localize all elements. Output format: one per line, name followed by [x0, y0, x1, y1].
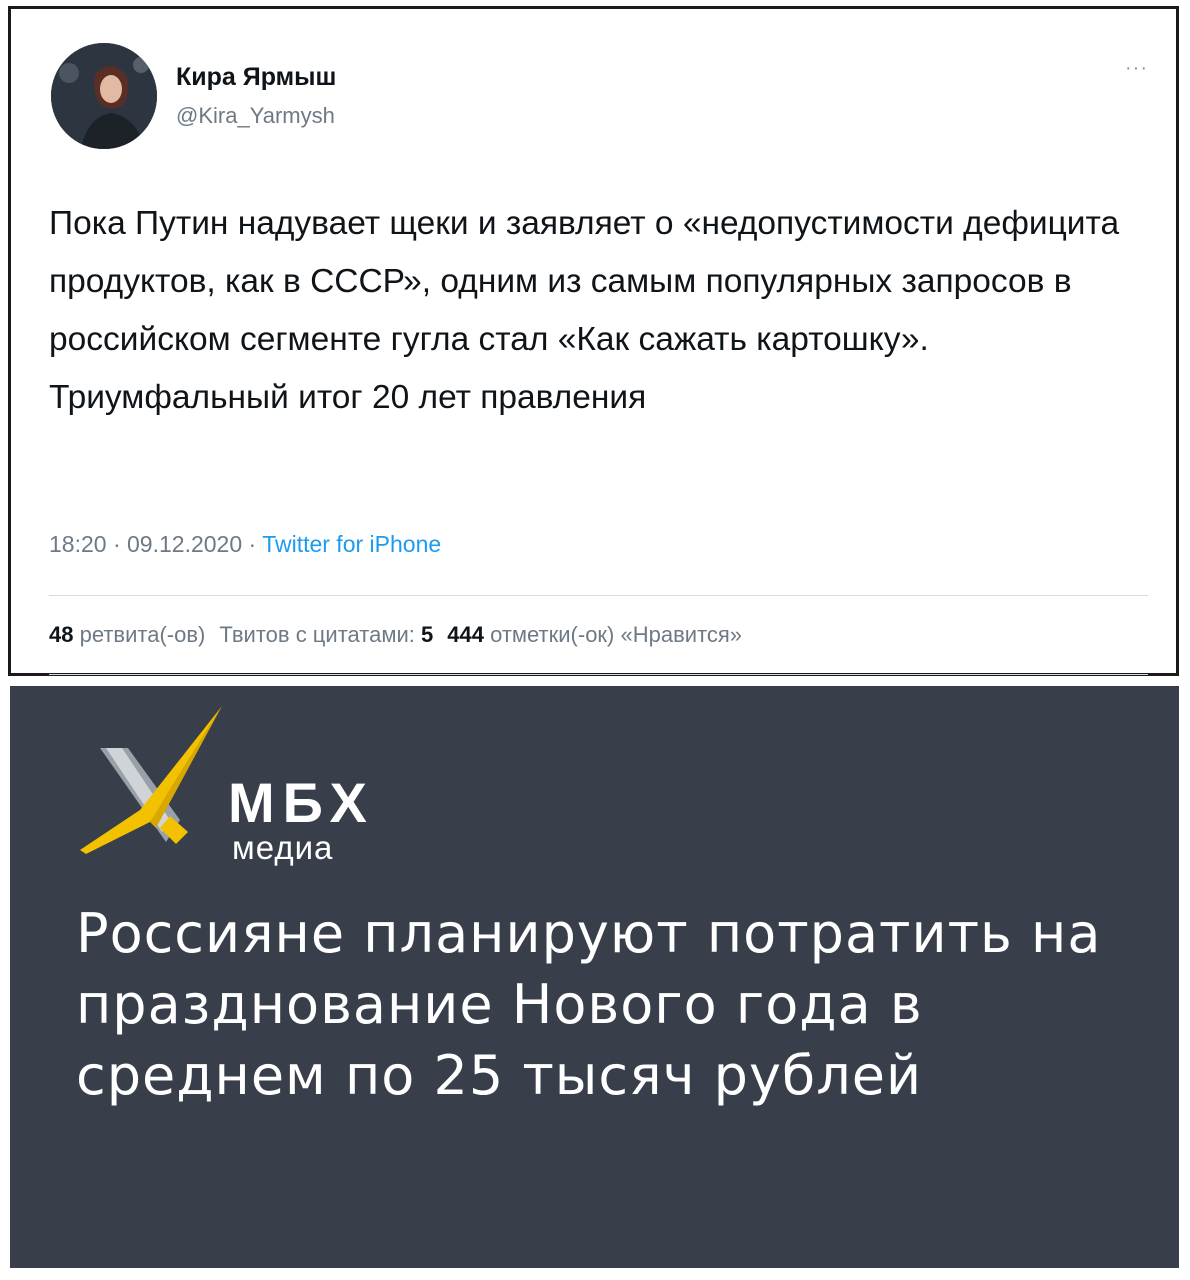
tweet-source-link[interactable]: Twitter for iPhone: [262, 531, 441, 557]
quotes-count: 5: [421, 622, 434, 647]
divider: [49, 595, 1148, 596]
tweet-stats: 48 ретвита(-ов) Твитов с цитатами: 5 444 о…: [49, 622, 742, 648]
retweets-label: ретвита(-ов): [79, 622, 206, 647]
tweet-time[interactable]: 18:20: [49, 531, 107, 557]
ellipsis-icon[interactable]: ···: [1125, 57, 1148, 80]
quotes-label: Твитов с цитатами:: [219, 622, 415, 647]
quotes-stat[interactable]: Твитов с цитатами: 5: [219, 622, 433, 647]
divider: [49, 674, 1148, 675]
tweet-meta: 18:20 · 09.12.2020 · Twitter for iPhone: [49, 531, 441, 558]
author-handle[interactable]: @Kira_Yarmysh: [176, 103, 335, 129]
mbh-logo-icon: [70, 704, 250, 874]
tweet-text: Пока Путин надувает щеки и заявляет о «н…: [49, 205, 1120, 416]
brand-subtitle: медиа: [232, 829, 334, 866]
author-name[interactable]: Кира Ярмыш: [176, 63, 336, 92]
likes-label: отметки(-ок) «Нравится»: [490, 622, 743, 647]
tweet-date[interactable]: 09.12.2020: [127, 531, 242, 557]
likes-count: 444: [447, 622, 484, 647]
meta-separator: ·: [248, 531, 257, 557]
tweet-card: Кира Ярмыш @Kira_Yarmysh ··· Пока Путин …: [8, 6, 1179, 676]
brand-name: МБХ: [228, 771, 375, 834]
meta-separator: ·: [112, 531, 121, 557]
retweets-count: 48: [49, 622, 74, 647]
news-headline: Россияне планируют потратить на празднов…: [76, 902, 1102, 1107]
avatar[interactable]: [51, 43, 157, 149]
news-card: МБХ медиа Россияне планируют потратить н…: [10, 686, 1179, 1268]
likes-stat[interactable]: 444 отметки(-ок) «Нравится»: [447, 622, 742, 647]
person-photo-icon: [51, 43, 157, 149]
retweets-stat[interactable]: 48 ретвита(-ов): [49, 622, 205, 647]
